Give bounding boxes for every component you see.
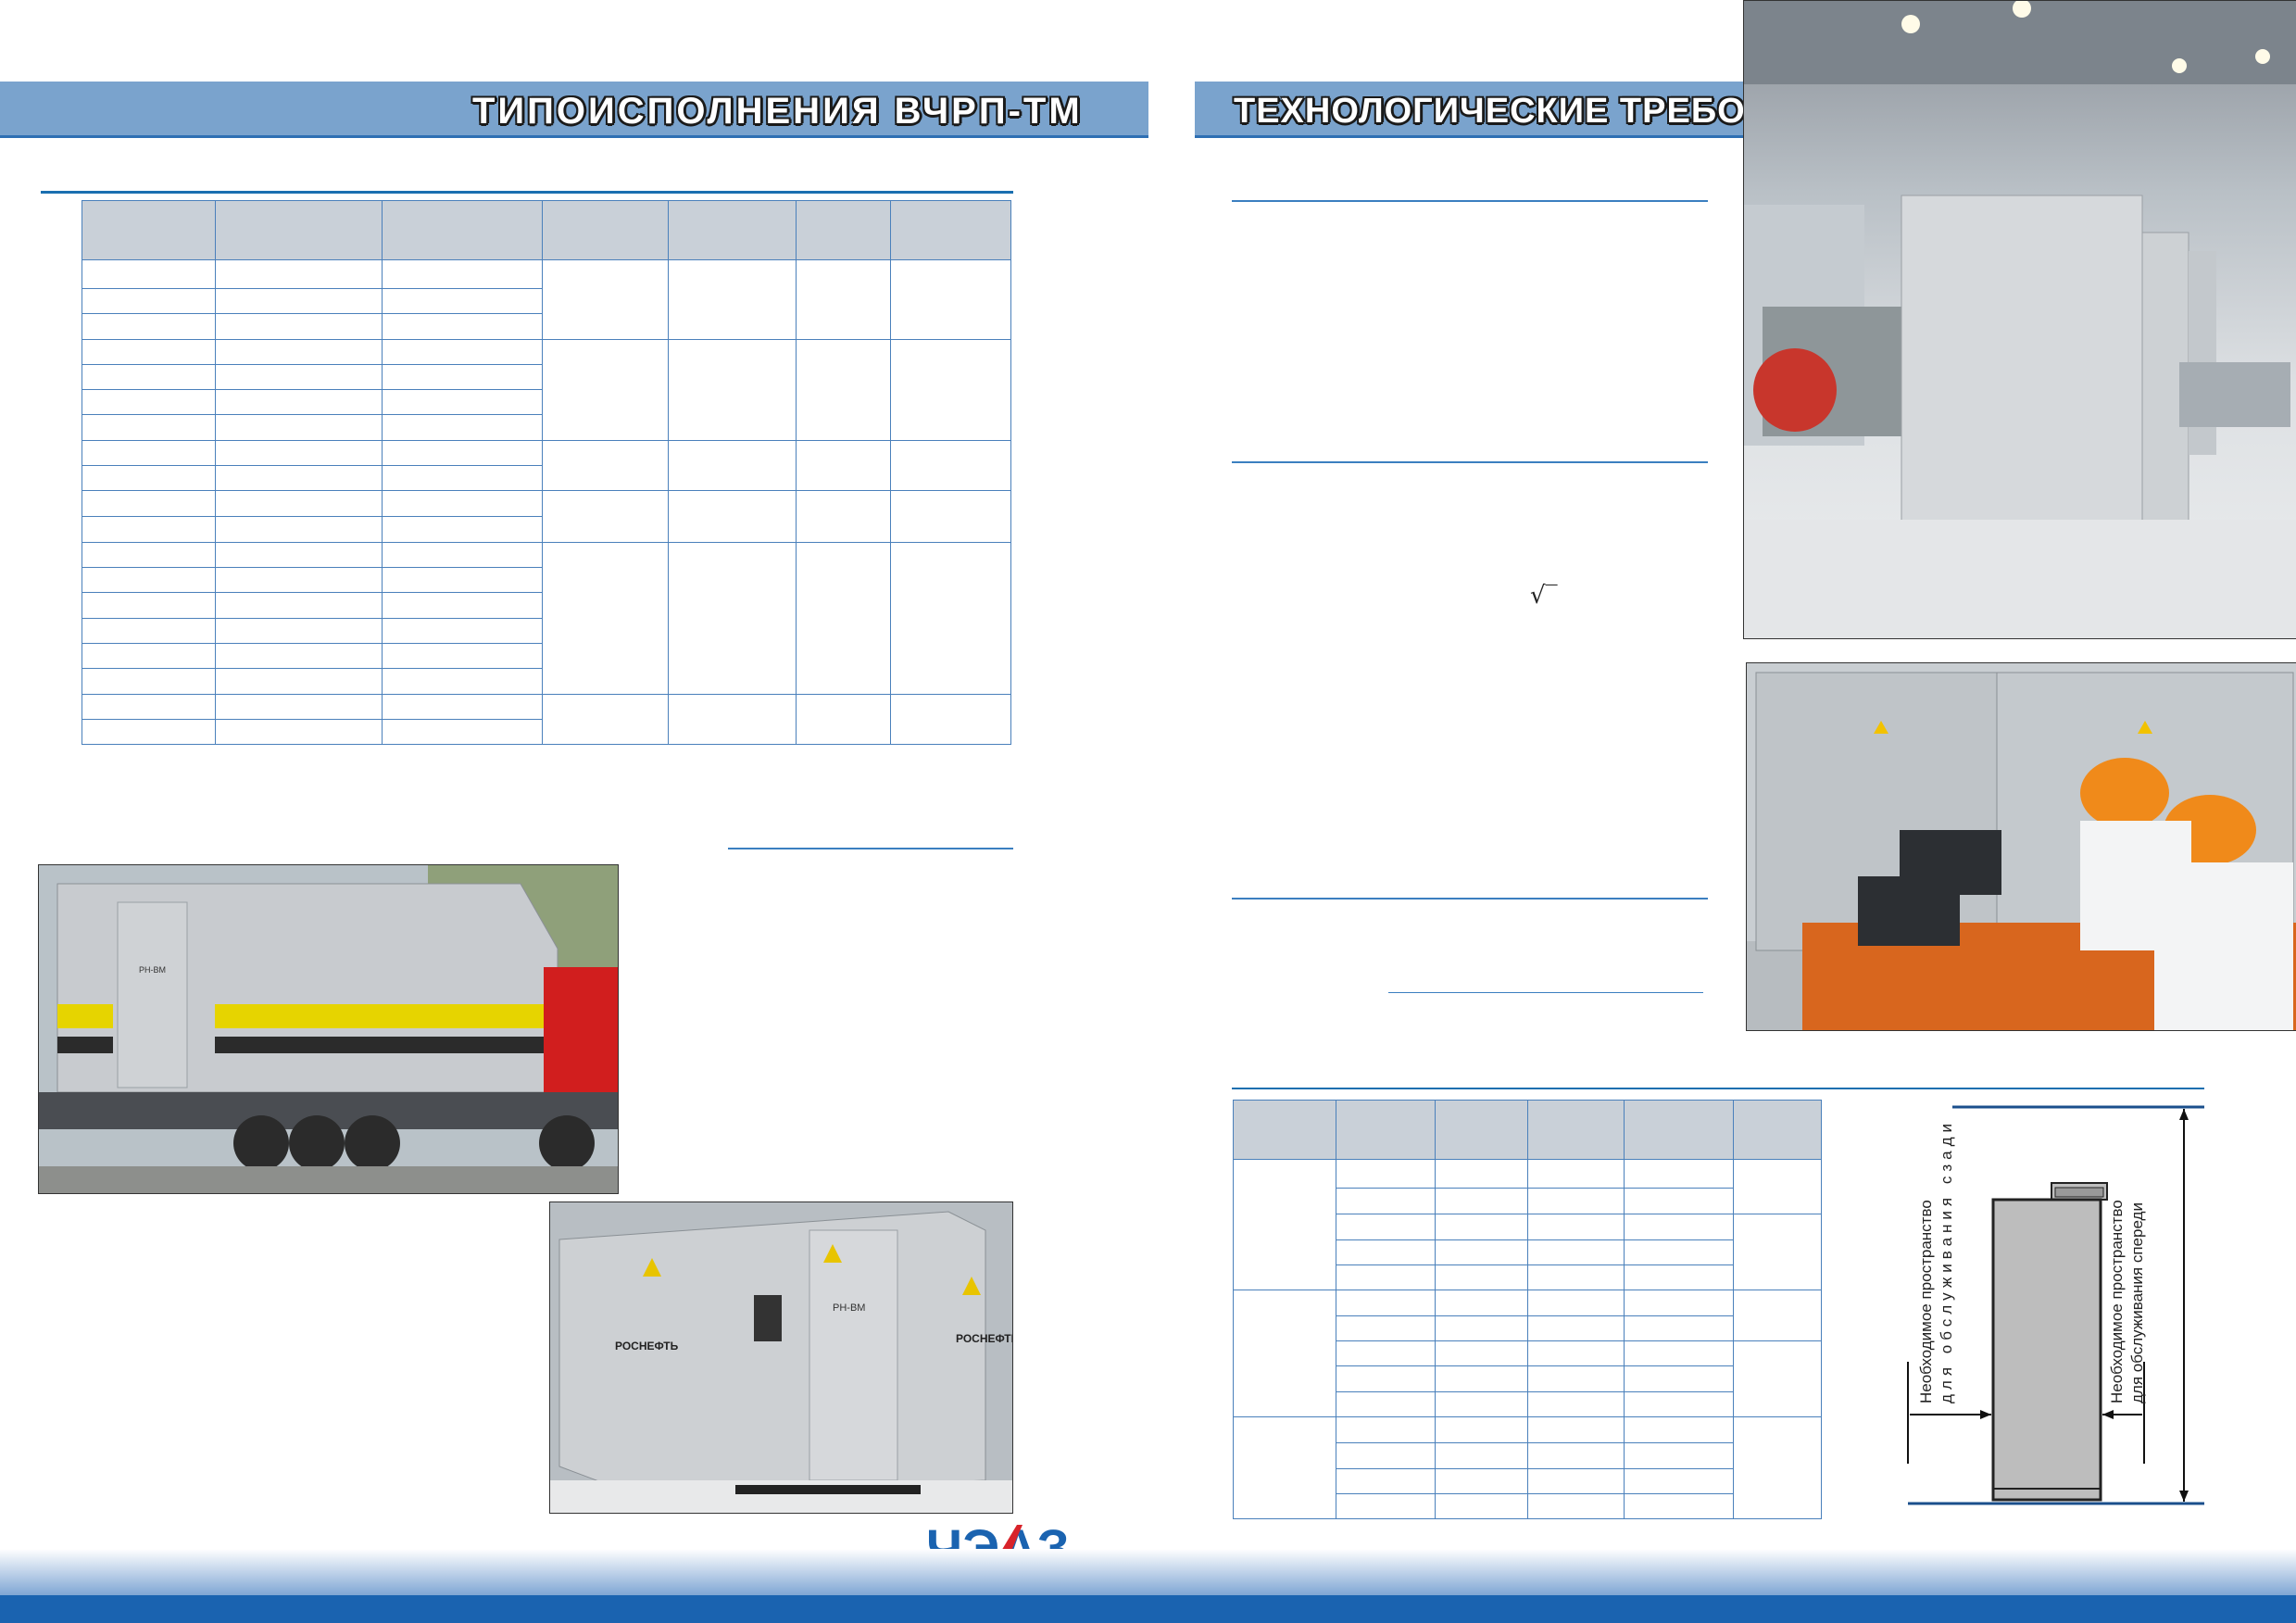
engineers-control-room-photo [1746, 662, 2296, 1031]
table-row [1233, 1159, 1822, 1290]
left-caption-rule [728, 848, 1013, 849]
sqrt-symbol: √‾ [1530, 582, 1558, 610]
container-substation-photo: РОСНЕФТЬ РН-ВМ РОСНЕФТЬ [549, 1202, 1013, 1514]
variants-table [82, 199, 1011, 746]
clearance-table [1233, 1099, 1822, 1520]
footer-gradient [0, 1549, 2296, 1595]
rear-clearance-label-1: Необходимое пространство [1917, 1200, 1935, 1403]
right-rule-1 [1232, 200, 1708, 202]
table-row [82, 259, 1011, 341]
right-rule-4 [1388, 992, 1703, 993]
table-header-row [82, 199, 1011, 261]
table-row [82, 490, 1011, 543]
table-row [82, 339, 1011, 442]
container-brand-left: РОСНЕФТЬ [615, 1340, 679, 1352]
container-brand-right: РОСНЕФТЬ [956, 1332, 1013, 1345]
left-section-title: ТИПОИСПОЛНЕНИЯ ВЧРП-ТМ [472, 91, 1083, 132]
factory-hall-photo [1743, 0, 2296, 639]
right-rule-2 [1232, 461, 1708, 463]
truck-door-logo: РН-ВМ [139, 965, 166, 975]
table-row [1233, 1289, 1822, 1418]
footer-bar [0, 1595, 2296, 1623]
rear-clearance-label-2: для обслуживания сзади [1938, 1118, 1955, 1403]
table-row [82, 541, 1011, 695]
clearance-diagram: Необходимое пространство для обслуживани… [1889, 1088, 2214, 1515]
container-door-logo: РН-ВМ [833, 1302, 866, 1314]
front-clearance-label-1: Необходимое пространство [2108, 1200, 2126, 1403]
front-clearance-label-2: для обслуживания спереди [2128, 1202, 2146, 1403]
left-table-top-rule [41, 191, 1013, 194]
table-row [82, 693, 1011, 746]
table-header-row [1233, 1099, 1822, 1161]
right-rule-3 [1232, 898, 1708, 900]
table-row [1233, 1416, 1822, 1519]
truck-transport-photo: РН-ВМ [38, 864, 619, 1194]
table-row [82, 440, 1011, 492]
